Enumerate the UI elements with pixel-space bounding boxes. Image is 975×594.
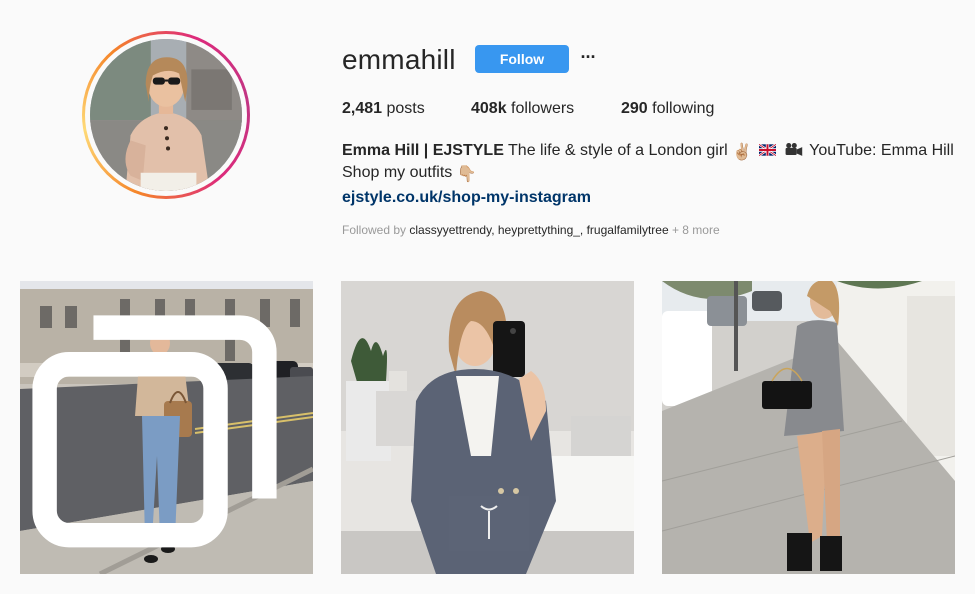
uk-flag-icon (758, 144, 776, 156)
followed-by[interactable]: Followed by classyyettrendy, heyprettyth… (342, 222, 720, 238)
followed-by-user[interactable]: heyprettything_ (498, 223, 580, 237)
following-count: 290 (621, 100, 648, 117)
movie-camera-icon (785, 143, 803, 156)
posts-count: 2,481 (342, 100, 383, 117)
follow-button[interactable]: Follow (475, 45, 569, 73)
stat-posts: 2,481 posts (342, 99, 425, 119)
followed-by-separator: , (491, 223, 498, 237)
post-thumbnail[interactable] (341, 281, 634, 574)
pointing-down-icon: 👇🏼 (456, 166, 477, 183)
profile-avatar-border (85, 34, 247, 196)
posts-label: posts (386, 100, 425, 117)
profile-avatar[interactable] (90, 39, 242, 191)
avatar-image (90, 39, 242, 191)
following-label: following (652, 100, 715, 117)
followed-by-prefix: Followed by (342, 223, 410, 237)
bio-website-link[interactable]: ejstyle.co.uk/shop-my-instagram (342, 187, 591, 208)
bio-shop-text: Shop my outfits (342, 164, 457, 181)
more-options-button[interactable]: ··· (578, 44, 598, 72)
bio-shop-line: Shop my outfits 👇🏼 (342, 162, 477, 185)
victory-hand-icon: ✌🏼 (732, 144, 753, 161)
followed-by-user[interactable]: frugalfamilytree (587, 223, 669, 237)
bio-tagline: The life & style of a London girl (503, 142, 733, 159)
post-image (341, 281, 634, 574)
post-image (662, 281, 955, 574)
followers-count: 408k (471, 100, 507, 117)
followed-by-separator: , (579, 223, 587, 237)
profile-username: emmahill (342, 44, 456, 75)
followed-by-user[interactable]: classyyettrendy (409, 223, 491, 237)
bio-youtube: YouTube: Emma Hill (804, 142, 954, 159)
profile-bio: Emma Hill | EJSTYLE The life & style of … (342, 140, 972, 163)
followed-by-more[interactable]: + 8 more (669, 223, 720, 237)
post-thumbnail[interactable] (662, 281, 955, 574)
profile-avatar-ring[interactable] (82, 31, 250, 199)
stat-followers-link[interactable]: 408k followers (471, 99, 574, 119)
stat-following-link[interactable]: 290 following (621, 99, 714, 119)
profile-full-name: Emma Hill | EJSTYLE (342, 142, 504, 159)
post-thumbnail[interactable] (20, 281, 313, 574)
followers-label: followers (511, 100, 575, 117)
multiple-photos-icon (32, 315, 277, 548)
